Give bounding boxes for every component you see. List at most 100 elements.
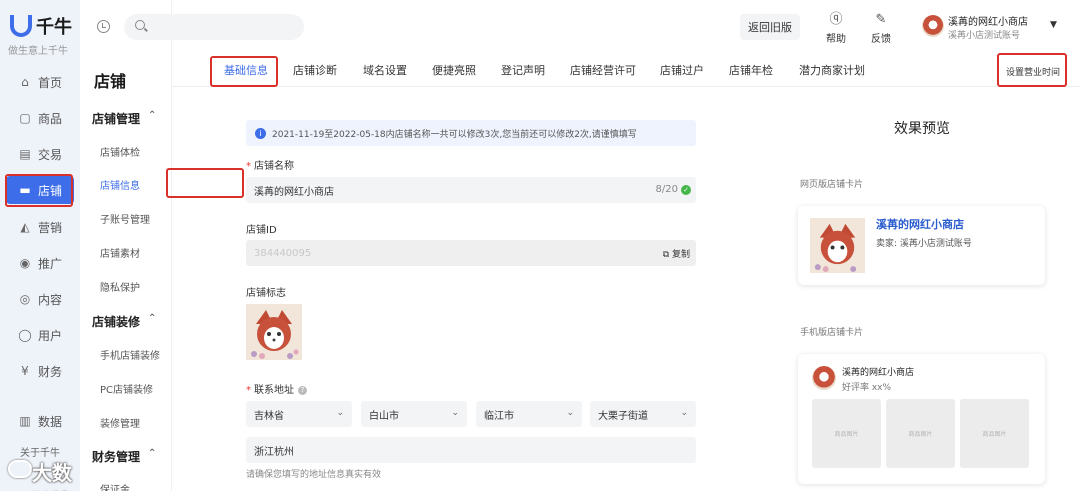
- sidebar-item-marketing[interactable]: ◭ 营销: [6, 213, 74, 241]
- feedback-button[interactable]: ✎ 反馈: [866, 12, 896, 45]
- city-select[interactable]: 白山市 ⌄: [361, 401, 467, 427]
- sub-nav-item[interactable]: 装修管理: [100, 415, 140, 430]
- copy-button[interactable]: ⧉ 复制: [663, 247, 690, 260]
- section-title: 店铺: [94, 72, 127, 91]
- sidebar-item-user[interactable]: ◯ 用户: [6, 321, 74, 349]
- search-input[interactable]: [124, 14, 304, 40]
- store-id-label: 店铺ID: [246, 225, 277, 236]
- brand-logo[interactable]: 千牛: [10, 14, 72, 38]
- sidebar-item-label: 用户: [37, 328, 62, 343]
- store-id-field: 384440095 ⧉ 复制: [246, 240, 696, 266]
- tab-item[interactable]: 店铺经营许可: [570, 55, 636, 86]
- chevron-down-icon: ⌄: [680, 408, 688, 418]
- notice-text: 2021-11-19至2022-05-18内店铺名称一共可以修改3次,您当前还可…: [272, 129, 637, 140]
- qianniu-logo-icon: [10, 15, 32, 37]
- tab-item[interactable]: 潜力商家计划: [799, 55, 865, 86]
- store-logo-svg: [246, 304, 302, 360]
- shop-avatar[interactable]: [922, 15, 944, 37]
- sidebar-item-data[interactable]: ▥ 数据: [6, 407, 74, 435]
- sidebar-item-home[interactable]: ⌂ 首页: [6, 68, 74, 96]
- tab-item[interactable]: 店铺诊断: [293, 55, 337, 86]
- web-store-card: 溪苒的网红小商店 卖家: 溪苒小店测试账号: [798, 206, 1045, 285]
- watermark-text: 大数跨境: [32, 461, 72, 491]
- highlight-box-nav: [5, 174, 73, 207]
- tab-item[interactable]: 域名设置: [363, 55, 407, 86]
- account-shop-name[interactable]: 溪苒的网红小商店: [948, 13, 1028, 28]
- product-image-placeholder: 商品图片: [886, 399, 955, 468]
- goods-icon: ▢: [19, 111, 31, 125]
- mobile-card-label: 手机版店铺卡片: [800, 328, 864, 338]
- chevron-down-icon: ⌄: [451, 408, 459, 418]
- history-clock-icon[interactable]: [97, 20, 110, 33]
- content-icon: ◎: [19, 292, 31, 306]
- sub-nav-item[interactable]: 店铺信息: [100, 177, 140, 192]
- sidebar-item-label: 首页: [37, 75, 62, 90]
- sidebar-item-label: 推广: [37, 256, 62, 271]
- sidebar-item-content[interactable]: ◎ 内容: [6, 285, 74, 313]
- sidebar-item-label: 营销: [37, 220, 62, 235]
- sub-group-header[interactable]: 店铺装修 ⌃: [92, 313, 156, 330]
- notice-banner: i 2021-11-19至2022-05-18内店铺名称一共可以修改3次,您当前…: [246, 120, 696, 146]
- chevron-up-icon: ⌃: [148, 110, 157, 121]
- preview-title: 效果预览: [894, 121, 950, 137]
- address-label: * 联系地址?: [246, 381, 307, 396]
- tab-item[interactable]: 店铺过户: [660, 55, 704, 86]
- sub-nav-item[interactable]: 店铺体检: [100, 144, 140, 159]
- question-icon[interactable]: ?: [298, 385, 307, 395]
- char-count: 8/20: [655, 184, 678, 195]
- tab-item[interactable]: 便捷亮照: [432, 55, 476, 86]
- sidebar-item-label: 商品: [37, 111, 62, 126]
- chevron-up-icon: ⌃: [148, 448, 157, 459]
- brand-name: 千牛: [36, 17, 72, 38]
- sub-group-header[interactable]: 财务管理 ⌃: [92, 448, 156, 465]
- sub-nav-item[interactable]: PC店铺装修: [100, 381, 153, 396]
- mobile-card-shop-name: 溪苒的网红小商店: [842, 368, 915, 378]
- help-icon: ⓠ: [829, 12, 843, 27]
- store-name-input[interactable]: 溪苒的网红小商店 8/20 ✓: [246, 177, 696, 203]
- help-button[interactable]: ⓠ 帮助: [821, 12, 851, 45]
- chevron-down-icon: ⌄: [566, 408, 574, 418]
- chevron-down-icon: ⌄: [336, 408, 344, 418]
- highlight-box-hours: [997, 53, 1067, 87]
- shop-avatar: [812, 366, 836, 390]
- account-name: 溪苒小店测试账号: [948, 31, 1021, 41]
- web-card-label: 网页版店铺卡片: [800, 180, 864, 190]
- sub-group-header[interactable]: 店铺管理 ⌃: [92, 110, 156, 127]
- sidebar-item-promote[interactable]: ◉ 推广: [6, 249, 74, 277]
- search-icon: [135, 20, 145, 30]
- province-select[interactable]: 吉林省 ⌄: [246, 401, 352, 427]
- highlight-box-subnav: [166, 168, 244, 198]
- feedback-icon: ✎: [875, 12, 887, 27]
- web-card-shop-name[interactable]: 溪苒的网红小商店: [876, 216, 964, 232]
- sub-nav-item[interactable]: 隐私保护: [100, 279, 140, 294]
- chevron-down-icon[interactable]: ▼: [1050, 20, 1057, 30]
- sub-nav-item[interactable]: 子账号管理: [100, 211, 150, 226]
- back-to-old-version-button[interactable]: 返回旧版: [740, 14, 800, 40]
- watermark-icon: [8, 460, 32, 478]
- store-name-label: * 店铺名称: [246, 161, 294, 172]
- brand-slogan: 做生意上千牛: [8, 46, 68, 57]
- highlight-box-tab: [210, 56, 278, 87]
- address-detail-input[interactable]: 浙江杭州: [246, 437, 696, 463]
- mobile-store-card: 溪苒的网红小商店 好评率 xx% 商品图片 商品图片 商品图片: [798, 354, 1045, 484]
- sidebar-item-goods[interactable]: ▢ 商品: [6, 104, 74, 132]
- district-select[interactable]: 临江市 ⌄: [476, 401, 582, 427]
- product-image-placeholder: 商品图片: [812, 399, 881, 468]
- sidebar-item-trade[interactable]: ▤ 交易: [6, 140, 74, 168]
- street-select[interactable]: 大栗子街道 ⌄: [590, 401, 696, 427]
- check-icon: ✓: [681, 185, 691, 195]
- sub-nav-item[interactable]: 手机店铺装修: [100, 347, 160, 362]
- sub-nav-item[interactable]: 保证金: [100, 481, 130, 491]
- info-icon: i: [255, 127, 266, 139]
- trade-icon: ▤: [19, 147, 31, 161]
- sidebar-item-label: 内容: [37, 292, 62, 307]
- store-logo-image[interactable]: [246, 304, 302, 360]
- shop-image: [810, 218, 865, 273]
- sub-nav-item[interactable]: 店铺素材: [100, 245, 140, 260]
- sidebar-item-finance[interactable]: ¥ 财务: [6, 357, 74, 385]
- primary-sidebar: 千牛 做生意上千牛 ⌂ 首页 ▢ 商品 ▤ 交易 ▬ 店铺 ◭ 营销 ◉ 推广 ◎ 内容 ◯ 用户 ¥ 财务 ▥ 数据…: [0, 0, 80, 491]
- tab-item[interactable]: 登记声明: [501, 55, 545, 86]
- tab-item[interactable]: 店铺年检: [729, 55, 773, 86]
- user-icon: ◯: [18, 328, 32, 342]
- app-window: 千牛 做生意上千牛 ⌂ 首页 ▢ 商品 ▤ 交易 ▬ 店铺 ◭ 营销 ◉ 推广 ◎ 内容 ◯ 用户 ¥ 财务 ▥ 数据…: [0, 0, 1080, 491]
